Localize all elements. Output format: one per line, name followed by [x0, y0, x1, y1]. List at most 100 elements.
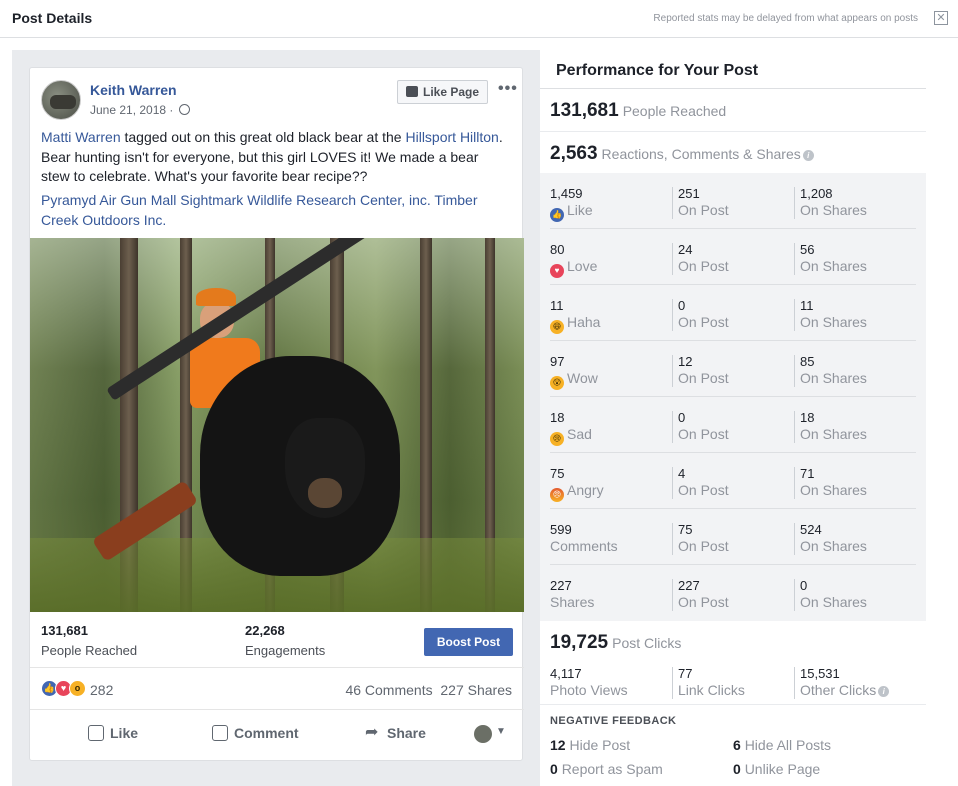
row-label: Comments: [550, 538, 618, 554]
unlike-label: Unlike Page: [744, 761, 821, 777]
reached-value: 131,681: [550, 100, 619, 121]
like-page-label: Like Page: [423, 85, 480, 99]
total-value: 599: [550, 522, 572, 537]
share-action-button[interactable]: Share: [365, 722, 426, 742]
reactions-summary: 👍 ♥ o 282 46 Comments 227 Shares: [30, 668, 524, 710]
reached-label: People Reached: [622, 103, 727, 119]
report-spam-stat: 0 Report as Spam: [550, 761, 663, 777]
on-post-cell: 227 On Post: [678, 578, 729, 610]
tagged-user-link[interactable]: Matti Warren: [41, 129, 121, 145]
on-shares-cell: 11 On Shares: [800, 298, 867, 330]
on-shares-label: On Shares: [800, 202, 867, 218]
post-author[interactable]: Keith Warren: [90, 82, 177, 98]
post-clicks-metric: 19,725 Post Clicks: [550, 632, 681, 654]
on-shares-label: On Shares: [800, 426, 867, 442]
reaction-count[interactable]: 282: [90, 682, 113, 698]
on-shares-value: 524: [800, 522, 822, 537]
clicks-value: 19,725: [550, 632, 609, 653]
on-shares-cell: 18 On Shares: [800, 410, 867, 442]
divider: [672, 243, 673, 275]
on-shares-label: On Shares: [800, 594, 867, 610]
globe-icon: [178, 104, 190, 115]
comment-action-button[interactable]: Comment: [212, 725, 299, 741]
total-cell: 599 Comments: [550, 522, 618, 554]
shares-count[interactable]: 227 Shares: [440, 682, 512, 698]
spam-label: Report as Spam: [561, 761, 663, 777]
total-value: 75: [550, 466, 565, 481]
divider: [672, 523, 673, 555]
on-shares-label: On Shares: [800, 258, 867, 274]
row-label-text: Angry: [567, 482, 604, 498]
stats-delay-note: Reported stats may be delayed from what …: [653, 13, 918, 24]
row-label-text: Shares: [550, 594, 595, 610]
row-label: 👍 Like: [550, 202, 593, 222]
hide-all-posts-stat: 6 Hide All Posts: [733, 737, 831, 753]
haha-reaction-icon: 😆: [550, 320, 564, 334]
chevron-down-icon[interactable]: ▼: [496, 726, 506, 737]
divider: [672, 579, 673, 611]
wow-reaction-icon[interactable]: o: [69, 680, 86, 697]
on-post-value: 0: [678, 298, 686, 313]
info-icon[interactable]: i: [878, 686, 890, 697]
info-icon[interactable]: i: [802, 150, 814, 161]
divider: [672, 355, 673, 387]
like-page-button[interactable]: Like Page: [397, 80, 489, 104]
divider: [672, 187, 673, 219]
header-bar: Post Details Reported stats may be delay…: [0, 0, 958, 38]
breakdown-row: 18 😢 Sad 0 On Post 18 On Shares: [540, 397, 926, 453]
total-value: 1,459: [550, 186, 583, 201]
link-clicks-cell: 77 Link Clicks: [678, 666, 745, 698]
on-post-value: 251: [678, 186, 700, 201]
close-icon[interactable]: ✕: [934, 11, 948, 25]
divider: [540, 704, 926, 705]
total-value: 18: [550, 410, 565, 425]
location-link[interactable]: Hillsport Hillton: [405, 129, 498, 145]
rcs-label: Reactions, Comments & Shares: [601, 146, 801, 162]
people-reached-value: 131,681: [41, 623, 88, 638]
on-post-value: 0: [678, 410, 686, 425]
breakdown-row: 1,459 👍 Like 251 On Post 1,208 On Shares: [540, 173, 926, 229]
on-post-value: 227: [678, 578, 700, 593]
photo-views-value: 4,117: [550, 666, 582, 681]
comments-count[interactable]: 46 Comments: [345, 682, 432, 698]
on-post-value: 12: [678, 354, 693, 369]
bear-muzzle: [308, 478, 342, 508]
on-shares-cell: 56 On Shares: [800, 242, 867, 274]
on-post-label: On Post: [678, 258, 729, 274]
hide-all-label: Hide All Posts: [744, 737, 832, 753]
link-clicks-label: Link Clicks: [678, 682, 745, 698]
post-actions: Like Comment Share ▼: [30, 710, 524, 760]
on-shares-label: On Shares: [800, 538, 867, 554]
boost-post-button[interactable]: Boost Post: [424, 628, 513, 656]
row-label: ♥ Love: [550, 258, 597, 278]
post-photo[interactable]: [30, 238, 524, 612]
on-shares-label: On Shares: [800, 314, 867, 330]
clicks-label: Post Clicks: [612, 635, 682, 651]
tagged-pages[interactable]: Pyramyd Air Gun Mall Sightmark Wildlife …: [41, 191, 511, 230]
divider: [672, 299, 673, 331]
on-post-label: On Post: [678, 370, 729, 386]
photo-views-label: Photo Views: [550, 682, 628, 698]
avatar[interactable]: [41, 80, 81, 120]
on-shares-value: 0: [800, 578, 808, 593]
total-cell: 97 😮 Wow: [550, 354, 598, 390]
hide-post-value: 12: [550, 737, 566, 753]
on-shares-value: 18: [800, 410, 815, 425]
performance-pane: Performance for Your Post 131,681 People …: [540, 50, 928, 786]
post-as-avatar[interactable]: [474, 725, 492, 743]
breakdown-row: 80 ♥ Love 24 On Post 56 On Shares: [540, 229, 926, 285]
breakdown-row: 75 😠 Angry 4 On Post 71 On Shares: [540, 453, 926, 509]
like-action-button[interactable]: Like: [88, 725, 138, 741]
share-icon: [365, 722, 381, 742]
divider: [540, 131, 926, 132]
divider: [672, 667, 673, 699]
total-value: 80: [550, 242, 565, 257]
on-post-value: 24: [678, 242, 693, 257]
negative-feedback-title: NEGATIVE FEEDBACK: [550, 715, 677, 727]
more-options-icon[interactable]: •••: [498, 80, 518, 98]
spam-value: 0: [550, 761, 558, 777]
other-clicks-value: 15,531: [800, 666, 840, 681]
unlike-page-stat: 0 Unlike Page: [733, 761, 820, 777]
on-post-label: On Post: [678, 538, 729, 554]
on-post-cell: 0 On Post: [678, 410, 729, 442]
